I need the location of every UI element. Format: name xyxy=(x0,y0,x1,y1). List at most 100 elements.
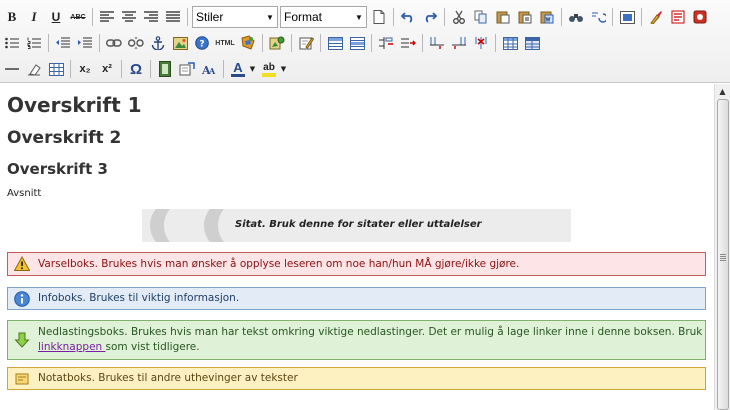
heading-3: Overskrift 3 xyxy=(7,160,108,178)
toolbar-separator xyxy=(70,60,71,78)
bold-button[interactable]: B xyxy=(2,7,22,27)
toolbar-row-2: ? HTML xyxy=(2,31,544,55)
styles-select[interactable]: Stiler ▼ xyxy=(192,6,278,28)
note-box: Notatboks. Brukes til andre uthevinger a… xyxy=(7,367,706,390)
replace-button[interactable] xyxy=(588,7,608,27)
help-button[interactable]: ? xyxy=(192,33,212,53)
font-size-icon: AA xyxy=(201,64,216,76)
download-box-text-after: som vist tidligere. xyxy=(105,341,200,353)
indent-button[interactable] xyxy=(75,33,95,53)
chevron-down-icon[interactable]: ▼ xyxy=(279,59,288,79)
new-page-button[interactable] xyxy=(369,7,389,27)
grid-table-icon xyxy=(48,62,64,76)
remove-format-button[interactable] xyxy=(646,7,666,27)
font-color-swatch xyxy=(231,74,245,77)
horizontal-rule-button[interactable] xyxy=(2,59,22,79)
delete-column-button[interactable] xyxy=(471,33,491,53)
superscript-button[interactable]: x² xyxy=(97,59,117,79)
insert-row-before-button[interactable] xyxy=(325,33,345,53)
toolbar-row-3: x₂ x² Ω AA A ▼ ab ▼ xyxy=(2,57,290,81)
spellcheck-button[interactable] xyxy=(690,7,710,27)
font-color-letter: A xyxy=(233,60,243,75)
scroll-up-arrow-icon[interactable]: ▲ xyxy=(715,84,730,99)
style-props-icon xyxy=(179,62,195,76)
special-character-button[interactable]: Ω xyxy=(126,59,146,79)
paste-word-icon xyxy=(540,11,554,24)
anchor-button[interactable] xyxy=(148,33,168,53)
toolbar-separator xyxy=(150,60,151,78)
template-button[interactable] xyxy=(267,33,287,53)
clear-format-button[interactable] xyxy=(24,59,44,79)
toolbar-separator xyxy=(422,34,423,52)
editor-content[interactable]: Overskrift 1 Overskrift 2 Overskrift 3 A… xyxy=(0,84,714,410)
paragraph: Avsnitt xyxy=(7,188,42,199)
highlight-color-picker[interactable]: ab ▼ xyxy=(259,59,288,79)
bulleted-list-button[interactable] xyxy=(2,33,22,53)
style-props-button[interactable] xyxy=(177,59,197,79)
warning-box-text: Varselboks. Brukes hvis man ønsker å opp… xyxy=(38,257,520,270)
heading-2: Overskrift 2 xyxy=(7,128,122,148)
table-button[interactable] xyxy=(500,33,520,53)
align-right-button[interactable] xyxy=(141,7,161,27)
subscript-button[interactable]: x₂ xyxy=(75,59,95,79)
html-source-button[interactable]: HTML xyxy=(214,33,236,53)
paste-word-button[interactable] xyxy=(537,7,557,27)
format-select[interactable]: Format ▼ xyxy=(280,6,367,28)
column-before-button[interactable] xyxy=(427,33,447,53)
align-right-icon xyxy=(144,11,158,22)
template-icon xyxy=(269,36,285,50)
table-icon xyxy=(502,36,518,50)
unlink-button[interactable] xyxy=(126,33,146,53)
toolbar-separator xyxy=(393,8,394,26)
align-center-button[interactable] xyxy=(119,7,139,27)
paste-button[interactable] xyxy=(493,7,513,27)
link-icon xyxy=(106,39,122,47)
strikethrough-button[interactable]: ABC xyxy=(68,7,88,27)
table-properties-button[interactable] xyxy=(522,33,542,53)
note-box-text: Notatboks. Brukes til andre uthevinger a… xyxy=(38,372,298,384)
info-box: Infoboks. Brukes til viktig informasjon. xyxy=(7,287,706,310)
link-button-link[interactable]: linkknappen xyxy=(38,341,106,353)
unlink-icon xyxy=(128,36,144,50)
highlight-color-button[interactable]: ab xyxy=(259,59,279,79)
bulleted-list-icon xyxy=(5,37,19,49)
outdent-button[interactable] xyxy=(53,33,73,53)
copy-button[interactable] xyxy=(471,7,491,27)
split-cell-button[interactable] xyxy=(376,33,396,53)
edit-document-button[interactable] xyxy=(296,33,316,53)
new-page-icon xyxy=(373,10,385,24)
image-button[interactable] xyxy=(170,33,190,53)
vertical-scrollbar[interactable]: ▲ xyxy=(714,84,730,410)
merge-cells-button[interactable] xyxy=(398,33,418,53)
paste-from-word-button[interactable] xyxy=(668,7,688,27)
horizontal-rule-icon xyxy=(5,68,19,70)
toolbar-separator xyxy=(641,8,642,26)
font-color-picker[interactable]: A ▼ xyxy=(228,59,257,79)
redo-button[interactable] xyxy=(420,7,440,27)
column-after-button[interactable] xyxy=(449,33,469,53)
align-left-button[interactable] xyxy=(97,7,117,27)
numbered-list-button[interactable] xyxy=(24,33,44,53)
toolbar-separator xyxy=(495,34,496,52)
align-justify-button[interactable] xyxy=(163,7,183,27)
quote-text: Sitat. Bruk denne for sitater eller utta… xyxy=(235,219,482,230)
undo-button[interactable] xyxy=(398,7,418,27)
insert-table-button[interactable] xyxy=(46,59,66,79)
font-color-button[interactable]: A xyxy=(228,59,248,79)
paste-text-icon xyxy=(518,11,532,24)
insert-row-after-button[interactable] xyxy=(347,33,367,53)
font-size-button[interactable]: AA xyxy=(199,59,219,79)
select-all-button[interactable] xyxy=(617,7,637,27)
toolbar-separator xyxy=(371,34,372,52)
paste-text-button[interactable] xyxy=(515,7,535,27)
media-button[interactable] xyxy=(238,33,258,53)
underline-button[interactable]: U xyxy=(46,7,66,27)
chevron-down-icon[interactable]: ▼ xyxy=(248,59,257,79)
insert-video-button[interactable] xyxy=(155,59,175,79)
find-button[interactable] xyxy=(566,7,586,27)
warning-icon xyxy=(14,256,30,271)
cut-button[interactable] xyxy=(449,7,469,27)
scrollbar-thumb[interactable] xyxy=(717,99,729,410)
italic-button[interactable]: I xyxy=(24,7,44,27)
link-button[interactable] xyxy=(104,33,124,53)
